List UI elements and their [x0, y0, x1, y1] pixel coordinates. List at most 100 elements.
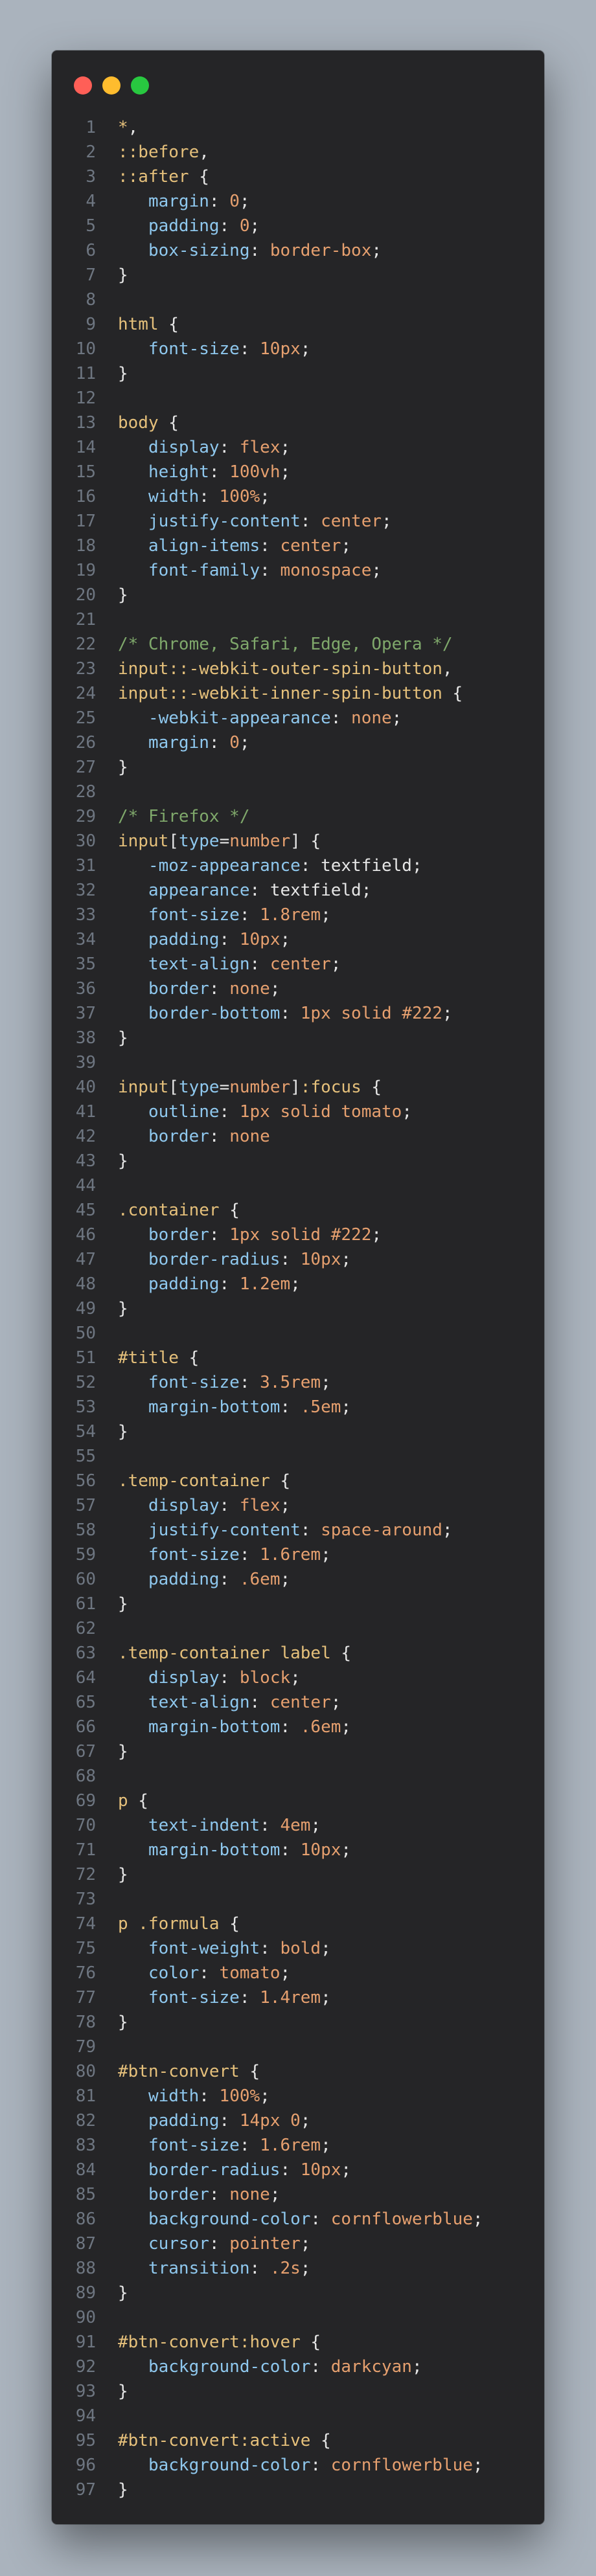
line-number: 34: [75, 930, 96, 949]
line-number: 13: [75, 413, 96, 433]
code-token: ]: [290, 831, 301, 851]
line-number: 85: [75, 2185, 96, 2204]
line-text: border: none;: [96, 2182, 281, 2207]
code-line: 54}: [52, 1419, 544, 1444]
line-text: ::after {: [96, 164, 209, 189]
code-token: ;: [269, 2185, 281, 2204]
code-token: :: [219, 930, 240, 949]
code-token: -moz-appearance: [118, 856, 301, 876]
close-dot-icon[interactable]: [74, 76, 92, 95]
code-token: :: [219, 216, 240, 236]
code-token: -webkit-appearance: [118, 708, 331, 728]
code-token: cornflowerblue: [330, 2209, 473, 2229]
line-number: 80: [75, 2062, 96, 2081]
line-text: text-align: center;: [96, 952, 341, 977]
code-line: 70 text-indent: 4em;: [52, 1813, 544, 1838]
line-text: [96, 1444, 118, 1469]
code-token: font-weight: [118, 1939, 260, 1958]
code-block: 1 *, 2::before, 3::after {4 margin: 0; 5 pad…: [52, 115, 544, 2502]
line-number: 61: [75, 1594, 96, 1614]
line-number: 37: [75, 1004, 96, 1023]
code-line: 58 justify-content: space-around;: [52, 1518, 544, 1542]
code-token: :: [199, 2086, 220, 2106]
line-text: font-family: monospace;: [96, 558, 382, 583]
code-line: 36 border: none;: [52, 977, 544, 1001]
code-token: :: [209, 1225, 230, 1245]
line-text: border-bottom: 1px solid #222;: [96, 1001, 453, 1026]
code-line: 8: [52, 288, 544, 312]
code-line: 81 width: 100%;: [52, 2084, 544, 2108]
code-line: 15 height: 100vh;: [52, 460, 544, 484]
code-line: 20}: [52, 583, 544, 607]
line-number: 79: [75, 2037, 96, 2057]
code-line: 26 margin: 0;: [52, 730, 544, 755]
line-number: 62: [75, 1619, 96, 1638]
code-token: ;: [321, 1373, 331, 1392]
line-number: 32: [75, 881, 96, 900]
code-line: 67}: [52, 1739, 544, 1764]
code-token: 100vh: [229, 462, 281, 482]
code-line: 83 font-size: 1.6rem;: [52, 2133, 544, 2158]
line-text: height: 100vh;: [96, 460, 290, 484]
code-token: 1.6rem: [260, 2136, 321, 2155]
code-line: 13 body {: [52, 411, 544, 435]
line-text: .temp-container {: [96, 1469, 290, 1493]
code-line: 27}: [52, 755, 544, 780]
line-number: 14: [75, 438, 96, 457]
code-token: margin-bottom: [118, 1840, 281, 1860]
code-token: body: [118, 413, 159, 433]
line-text: body {: [96, 411, 179, 435]
line-text: input::-webkit-inner-spin-button {: [96, 681, 463, 706]
line-text: p .formula {: [96, 1912, 240, 1936]
code-token: cursor: [118, 2234, 209, 2254]
code-token: ;: [330, 1693, 341, 1712]
code-token: text-align: [118, 1693, 250, 1712]
code-line: 45 .container {: [52, 1198, 544, 1223]
code-line: 76 color: tomato;: [52, 1961, 544, 1985]
code-line: 75 font-weight: bold;: [52, 1936, 544, 1961]
code-token: border-box: [269, 241, 372, 260]
line-number: 83: [75, 2136, 96, 2155]
code-token: {: [178, 1348, 200, 1368]
code-token: display: [118, 438, 220, 457]
line-number: 1: [86, 118, 96, 137]
code-token: /* Firefox */: [118, 807, 250, 826]
code-token: ;: [442, 1004, 453, 1023]
code-token: block: [239, 1668, 291, 1688]
code-line: 59 font-size: 1.6rem;: [52, 1542, 544, 1567]
code-token: 10px: [300, 1250, 341, 1269]
code-token: .6em: [239, 1570, 281, 1589]
line-number: 8: [86, 290, 96, 310]
code-token: *: [118, 118, 128, 137]
line-number: 60: [75, 1570, 96, 1589]
line-text: background-color: darkcyan;: [96, 2355, 422, 2379]
line-number: 28: [75, 782, 96, 802]
line-text: /* Firefox */: [96, 804, 250, 829]
code-token: display: [118, 1668, 220, 1688]
line-text: .container {: [96, 1198, 240, 1223]
line-number: 93: [75, 2382, 96, 2401]
code-token: center: [280, 536, 341, 556]
code-token: .temp-container: [118, 1471, 270, 1491]
code-token: }: [118, 1299, 128, 1318]
line-text: }: [96, 2478, 128, 2502]
line-number: 69: [75, 1791, 96, 1811]
code-token: input: [118, 1078, 169, 1097]
code-token: }: [118, 2283, 128, 2303]
line-text: border-radius: 10px;: [96, 2158, 351, 2182]
minimize-dot-icon[interactable]: [102, 76, 120, 95]
code-token: ;: [280, 1496, 291, 1515]
code-token: :: [280, 1250, 301, 1269]
line-text: }: [96, 583, 128, 607]
line-number: 19: [75, 561, 96, 580]
code-token: ;: [300, 2111, 311, 2130]
code-token: ::before: [118, 142, 200, 162]
code-token: ;: [321, 1545, 331, 1565]
line-number: 18: [75, 536, 96, 556]
code-token: {: [239, 2062, 260, 2081]
maximize-dot-icon[interactable]: [131, 76, 149, 95]
code-token: flex: [239, 1496, 281, 1515]
code-line: 37 border-bottom: 1px solid #222;: [52, 1001, 544, 1026]
code-token: ;: [341, 1840, 352, 1860]
line-text: padding: .6em;: [96, 1567, 290, 1592]
